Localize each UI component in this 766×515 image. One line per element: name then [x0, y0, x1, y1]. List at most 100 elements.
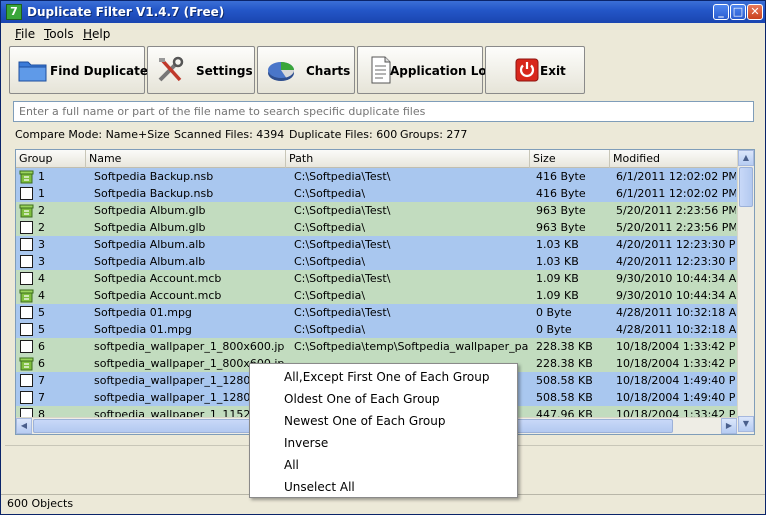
cell-path: C:\Softpedia\Test\ [294, 272, 391, 285]
cell-path: C:\Softpedia\Test\ [294, 238, 391, 251]
cell-size: 963 Byte [536, 204, 586, 217]
scroll-up-button[interactable]: ▲ [738, 150, 754, 166]
charts-button[interactable]: Charts [257, 46, 355, 94]
column-modified[interactable]: Modified [610, 150, 738, 168]
column-path[interactable]: Path [286, 150, 530, 168]
cell-modified: 10/18/2004 1:49:40 PM [616, 391, 736, 404]
cell-group: 7 [38, 391, 45, 404]
table-row[interactable]: 5 Softpedia 01.mpg C:\Softpedia\Test\ 0 Byt… [16, 304, 738, 321]
context-menu-item[interactable]: Oldest One of Each Group [252, 388, 515, 410]
menu-tools[interactable]: Tools [44, 27, 74, 41]
cell-group: 3 [38, 238, 45, 251]
row-checkbox[interactable] [20, 391, 33, 404]
row-checkbox[interactable] [20, 323, 33, 336]
context-menu-item[interactable]: Unselect All [252, 476, 515, 498]
menu-help[interactable]: Help [83, 27, 110, 41]
pie-chart-icon [266, 56, 296, 84]
cell-size: 416 Byte [536, 187, 586, 200]
row-checkbox[interactable] [20, 255, 33, 268]
table-row[interactable]: 3 Softpedia Album.alb C:\Softpedia\Test\ 1.… [16, 236, 738, 253]
table-row[interactable]: 2 Softpedia Album.glb C:\Softpedia\ 963 Byt… [16, 219, 738, 236]
cell-group: 5 [38, 323, 45, 336]
context-menu-item[interactable]: All,Except First One of Each Group [252, 366, 515, 388]
cell-modified: 9/30/2010 10:44:34 AM [616, 289, 736, 302]
cell-size: 0 Byte [536, 306, 572, 319]
cell-modified: 4/20/2011 12:23:30 PM [616, 255, 736, 268]
cell-modified: 4/28/2011 10:32:18 AM [616, 323, 736, 336]
cell-size: 228.38 KB [536, 340, 593, 353]
table-header: Group Name Path Size Modified [16, 150, 738, 168]
title-bar[interactable]: 7 Duplicate Filter V1.4.7 (Free) _ □ ✕ [1, 1, 765, 23]
groups-text: Groups: 277 [400, 128, 468, 141]
cell-modified: 5/20/2011 2:23:56 PM [616, 221, 736, 234]
context-menu-item[interactable]: All [252, 454, 515, 476]
cell-modified: 4/20/2011 12:23:30 PM [616, 238, 736, 251]
cell-modified: 5/20/2011 2:23:56 PM [616, 204, 736, 217]
table-row[interactable]: 4 Softpedia Account.mcb C:\Softpedia\Test\… [16, 270, 738, 287]
cell-path: C:\Softpedia\Test\ [294, 306, 391, 319]
keep-file-icon [19, 169, 34, 184]
row-checkbox[interactable] [20, 187, 33, 200]
cell-name: softpedia_wallpaper_1_800x600.jpg [94, 340, 284, 353]
column-group[interactable]: Group [16, 150, 86, 168]
row-checkbox[interactable] [20, 340, 33, 353]
menu-help-rest: elp [92, 27, 111, 41]
search-box[interactable] [13, 101, 754, 122]
column-size[interactable]: Size [530, 150, 610, 168]
cell-name: Softpedia 01.mpg [94, 306, 192, 319]
cell-modified: 10/18/2004 1:49:40 PM [616, 374, 736, 387]
menu-bar: File Tools Help [1, 23, 765, 45]
cell-modified: 6/1/2011 12:02:02 PM [616, 187, 736, 200]
table-row[interactable]: 6 softpedia_wallpaper_1_800x600.jpg C:\Sof… [16, 338, 738, 355]
table-row[interactable]: 4 Softpedia Account.mcb C:\Softpedia\ 1.09 … [16, 287, 738, 304]
row-checkbox[interactable] [20, 374, 33, 387]
cell-name: Softpedia Backup.nsb [94, 170, 214, 183]
column-name[interactable]: Name [86, 150, 286, 168]
exit-button[interactable]: Exit [485, 46, 585, 94]
cell-name: Softpedia Album.glb [94, 204, 206, 217]
vertical-scrollbar[interactable]: ▲ ▼ [737, 150, 754, 434]
cell-group: 2 [38, 221, 45, 234]
context-menu-item[interactable]: Newest One of Each Group [252, 410, 515, 432]
close-button[interactable]: ✕ [747, 4, 763, 20]
find-duplicates-button[interactable]: Find Duplicates [9, 46, 155, 94]
cell-name: Softpedia 01.mpg [94, 323, 192, 336]
row-checkbox[interactable] [20, 221, 33, 234]
cell-size: 0 Byte [536, 323, 572, 336]
cell-path: C:\Softpedia\ [294, 289, 366, 302]
maximize-button[interactable]: □ [730, 4, 746, 20]
row-checkbox[interactable] [20, 272, 33, 285]
table-row[interactable]: 1 Softpedia Backup.nsb C:\Softpedia\ 416 By… [16, 185, 738, 202]
charts-label: Charts [306, 64, 351, 78]
app-logo-icon: 7 [6, 4, 22, 20]
cell-modified: 4/28/2011 10:32:18 AM [616, 306, 736, 319]
cell-name: Softpedia Account.mcb [94, 272, 222, 285]
table-row[interactable]: 2 Softpedia Album.glb C:\Softpedia\Test\ 96… [16, 202, 738, 219]
cell-group: 6 [38, 357, 45, 370]
cell-group: 1 [38, 170, 45, 183]
cell-name: Softpedia Album.glb [94, 221, 206, 234]
menu-file[interactable]: File [15, 27, 35, 41]
cell-size: 508.58 KB [536, 391, 593, 404]
settings-label: Settings [196, 64, 253, 78]
scroll-right-button[interactable]: ▶ [721, 418, 737, 434]
application-log-button[interactable]: Application Log [357, 46, 495, 94]
search-input[interactable] [19, 105, 748, 118]
cell-name: Softpedia Album.alb [94, 238, 206, 251]
cell-modified: 6/1/2011 12:02:02 PM [616, 170, 736, 183]
scroll-down-button[interactable]: ▼ [738, 416, 754, 432]
minimize-button[interactable]: _ [713, 4, 729, 20]
table-row[interactable]: 3 Softpedia Album.alb C:\Softpedia\ 1.03 KB… [16, 253, 738, 270]
cell-path: C:\Softpedia\ [294, 255, 366, 268]
find-duplicates-label: Find Duplicates [50, 64, 156, 78]
table-row[interactable]: 1 Softpedia Backup.nsb C:\Softpedia\Test\ 4… [16, 168, 738, 185]
context-menu-item[interactable]: Inverse [252, 432, 515, 454]
cell-size: 963 Byte [536, 221, 586, 234]
table-row[interactable]: 5 Softpedia 01.mpg C:\Softpedia\ 0 Byte 4/28… [16, 321, 738, 338]
scroll-left-button[interactable]: ◀ [16, 418, 32, 434]
vertical-scroll-thumb[interactable] [739, 167, 753, 207]
row-checkbox[interactable] [20, 306, 33, 319]
settings-button[interactable]: Settings [147, 46, 255, 94]
row-checkbox[interactable] [20, 238, 33, 251]
cell-name: Softpedia Album.alb [94, 255, 206, 268]
